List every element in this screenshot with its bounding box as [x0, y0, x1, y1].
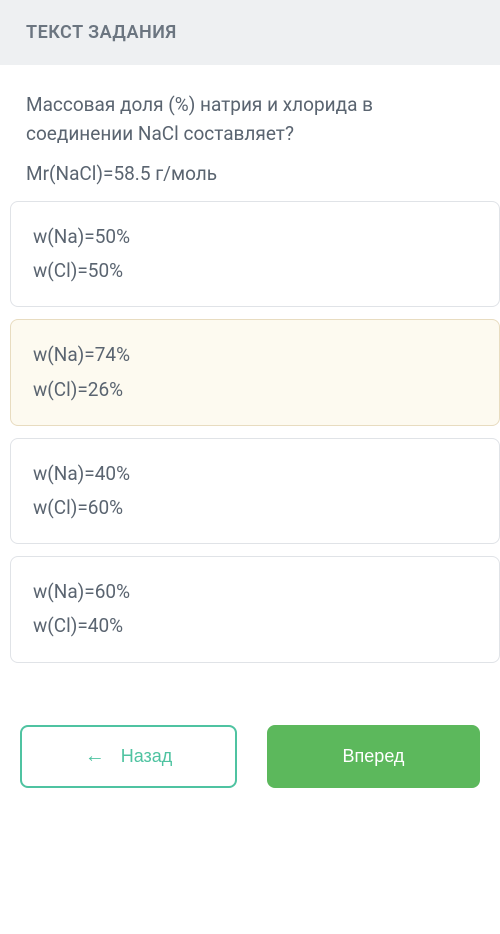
option-line: w(Na)=40% — [33, 457, 477, 491]
task-header: ТЕКСТ ЗАДАНИЯ — [0, 0, 500, 65]
question-section: Массовая доля (%) натрия и хлорида в сое… — [0, 65, 500, 201]
options-list: w(Na)=50% w(Cl)=50% w(Na)=74% w(Cl)=26% … — [0, 201, 500, 663]
option-line: w(Cl)=50% — [33, 254, 477, 288]
header-title: ТЕКСТ ЗАДАНИЯ — [26, 22, 177, 43]
option-line: w(Na)=60% — [33, 575, 477, 609]
forward-label: Вперед — [343, 746, 405, 767]
option-line: w(Cl)=26% — [33, 373, 477, 407]
option-2[interactable]: w(Na)=74% w(Cl)=26% — [10, 319, 500, 425]
option-line: w(Cl)=40% — [33, 609, 477, 643]
question-formula: Mr(NaCl)=58.5 г/моль — [26, 162, 474, 185]
option-4[interactable]: w(Na)=60% w(Cl)=40% — [10, 556, 500, 662]
back-button[interactable]: ← Назад — [20, 725, 237, 788]
back-label: Назад — [121, 746, 173, 767]
nav-buttons: ← Назад Вперед — [0, 675, 500, 808]
option-line: w(Cl)=60% — [33, 491, 477, 525]
arrow-left-icon: ← — [85, 745, 105, 768]
option-line: w(Na)=74% — [33, 338, 477, 372]
option-line: w(Na)=50% — [33, 220, 477, 254]
option-1[interactable]: w(Na)=50% w(Cl)=50% — [10, 201, 500, 307]
option-3[interactable]: w(Na)=40% w(Cl)=60% — [10, 438, 500, 544]
forward-button[interactable]: Вперед — [267, 725, 480, 788]
question-text: Массовая доля (%) натрия и хлорида в сое… — [26, 91, 474, 148]
